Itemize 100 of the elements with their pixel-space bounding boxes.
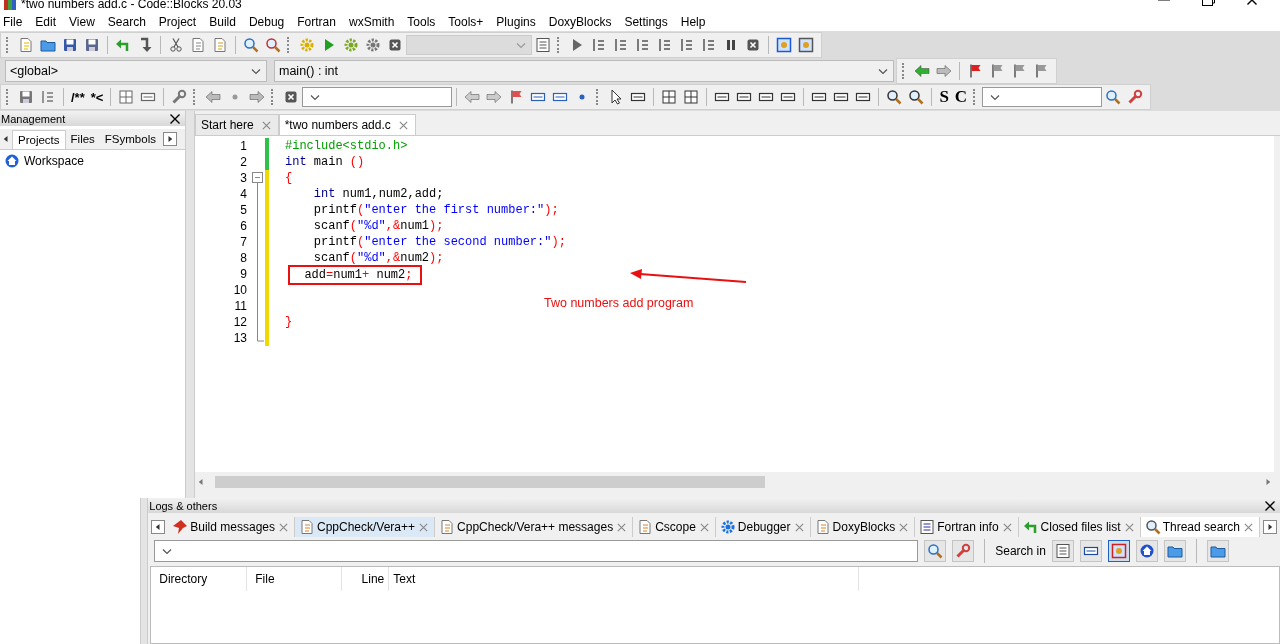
flag-icon[interactable]	[1011, 63, 1027, 79]
panel-tab[interactable]: FSymbols	[99, 130, 161, 148]
log-tab[interactable]: CppCheck/Vera++	[295, 517, 436, 537]
jump-back-icon[interactable]	[205, 89, 222, 105]
panel-tab[interactable]: Projects	[12, 129, 66, 149]
document-icon	[1054, 543, 1071, 559]
step-icon[interactable]	[591, 37, 607, 53]
rebuild-icon[interactable]	[365, 37, 381, 53]
search-scope-button[interactable]	[1079, 540, 1102, 562]
copy-icon[interactable]	[190, 37, 206, 53]
zoom-in-icon[interactable]	[886, 89, 903, 105]
menu-item[interactable]: Build	[209, 14, 242, 31]
save-icon[interactable]	[62, 37, 78, 53]
flag-icon[interactable]	[967, 63, 983, 79]
menu-item[interactable]: File	[3, 14, 29, 31]
menu-item[interactable]: Settings	[624, 14, 674, 31]
flag-icon[interactable]	[989, 63, 1005, 79]
search-scope-button[interactable]	[1206, 540, 1229, 562]
code-line: printf("enter the second number:");	[312, 234, 566, 250]
log-tab[interactable]: Closed files list	[1018, 517, 1141, 537]
column-header[interactable]: Text	[389, 567, 860, 591]
wrench-icon[interactable]	[171, 89, 188, 105]
step-icon[interactable]	[657, 37, 673, 53]
search-scope-button[interactable]	[1163, 540, 1186, 562]
menu-item[interactable]: Help	[680, 14, 712, 31]
menu-item[interactable]: Edit	[35, 14, 63, 31]
log-tab[interactable]: Fortran info	[915, 517, 1019, 537]
menu-item[interactable]: DoxyBlocks	[548, 14, 618, 31]
grid-icon[interactable]	[118, 89, 135, 105]
grid-icon[interactable]	[683, 89, 700, 105]
column-header[interactable]: File	[247, 567, 343, 591]
wrench-icon[interactable]	[1127, 89, 1144, 105]
comment-button[interactable]: *<	[87, 89, 107, 105]
code-line: }	[285, 314, 293, 330]
search-button[interactable]	[924, 540, 947, 562]
editor-tab[interactable]: *two numbers add.c	[278, 114, 416, 135]
abort-icon[interactable]	[387, 37, 403, 53]
style-button[interactable]: S	[936, 87, 952, 107]
flag-icon[interactable]	[1033, 63, 1049, 79]
code-line: int num1,num2,add;	[312, 186, 444, 202]
search-dropdown[interactable]	[982, 87, 1103, 107]
step-icon[interactable]	[635, 37, 651, 53]
column-header[interactable]: Directory	[151, 567, 248, 591]
scroll-left-icon[interactable]	[151, 520, 166, 534]
menu-item[interactable]: Project	[158, 14, 203, 31]
log-tab[interactable]: Build messages	[168, 517, 295, 537]
menu-item[interactable]: Fortran	[297, 14, 342, 31]
gear-play-icon[interactable]	[343, 37, 359, 53]
log-tab[interactable]: Cscope	[633, 517, 716, 537]
menu-item[interactable]: Tools+	[448, 14, 490, 31]
arrow-right-icon[interactable]	[486, 89, 503, 105]
info-window-icon[interactable]	[798, 37, 814, 53]
arrow-left-icon[interactable]	[464, 89, 481, 105]
step-icon[interactable]	[679, 37, 695, 53]
menu-item[interactable]: Debug	[248, 14, 291, 31]
panel-tab[interactable]: Files	[65, 130, 100, 148]
build-log-icon[interactable]	[535, 37, 551, 53]
replace-icon[interactable]	[265, 37, 281, 53]
code-line: {	[285, 170, 293, 186]
menu-item[interactable]: Search	[107, 14, 152, 31]
style-button[interactable]: C	[951, 87, 971, 107]
open-folder-icon[interactable]	[40, 37, 56, 53]
editor-tab[interactable]: Start here	[195, 114, 279, 135]
log-tab[interactable]: Thread search	[1140, 517, 1260, 537]
search-icon[interactable]	[243, 37, 259, 53]
search-field[interactable]	[154, 540, 919, 562]
new-file-icon[interactable]	[18, 37, 34, 53]
search-scope-button[interactable]	[1107, 540, 1130, 562]
tree-item[interactable]: Workspace	[24, 154, 84, 168]
stop-icon[interactable]	[745, 37, 761, 53]
app-icon	[4, 0, 16, 10]
search-icon[interactable]	[1105, 89, 1122, 105]
forward-arrow-icon[interactable]	[936, 63, 952, 79]
debug-window-icon[interactable]	[776, 37, 792, 53]
undo-icon[interactable]	[115, 37, 131, 53]
paste-icon[interactable]	[212, 37, 228, 53]
menu-item[interactable]: View	[69, 14, 101, 31]
menu-item[interactable]: wxSmith	[348, 14, 401, 31]
scroll-right-icon[interactable]	[1263, 520, 1277, 534]
search-scope-button[interactable]	[1135, 540, 1158, 562]
log-tab[interactable]: DoxyBlocks	[810, 517, 916, 537]
back-arrow-icon[interactable]	[914, 63, 930, 79]
log-tab[interactable]: Debugger	[715, 517, 811, 537]
log-tab[interactable]: CppCheck/Vera++ messages	[435, 517, 634, 537]
step-icon[interactable]	[613, 37, 629, 53]
options-button[interactable]	[952, 540, 975, 562]
zoom-out-icon[interactable]	[908, 89, 925, 105]
scroll-right-icon[interactable]	[162, 132, 177, 146]
scissors-icon[interactable]	[168, 37, 184, 53]
scope-dropdown[interactable]: <global>	[5, 60, 267, 82]
search-scope-button[interactable]	[1051, 540, 1074, 562]
grid-icon[interactable]	[661, 89, 678, 105]
save-all-icon[interactable]	[84, 37, 100, 53]
step-icon[interactable]	[701, 37, 717, 53]
column-header[interactable]: Line	[342, 567, 390, 591]
function-dropdown[interactable]: main() : int	[274, 60, 894, 82]
comment-button[interactable]: /**	[68, 89, 88, 105]
menu-item[interactable]: Tools	[407, 14, 442, 31]
menu-item[interactable]: Plugins	[496, 14, 542, 31]
jump-forward-icon[interactable]	[249, 89, 266, 105]
